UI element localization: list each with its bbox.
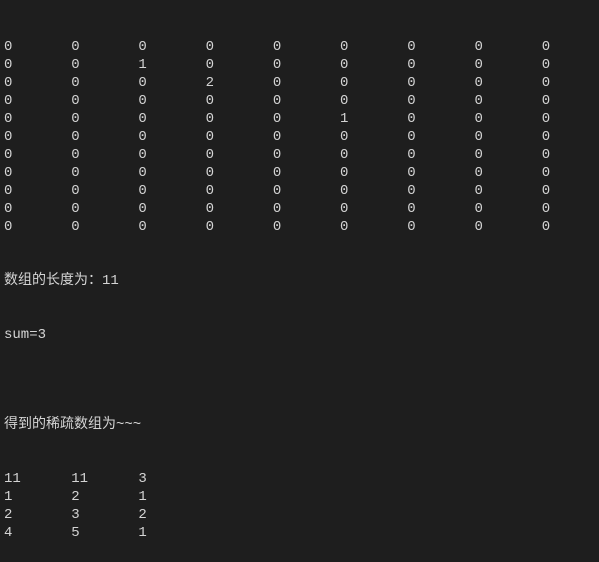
matrix-row: 0 0 0 0 0 0 0 0 0 0 0: [4, 38, 595, 56]
matrix-row: 0 0 0 0 0 0 0 0 0 0 0: [4, 92, 595, 110]
matrix-row: 0 0 0 0 0 0 0 0 0 0 0: [4, 200, 595, 218]
matrix-row: 0 0 0 0 0 0 0 0 0 0 0: [4, 164, 595, 182]
matrix-row: 0 0 0 2 0 0 0 0 0 0 0: [4, 74, 595, 92]
matrix-row: 2 3 2: [4, 506, 595, 524]
terminal-output: 0 0 0 0 0 0 0 0 0 0 00 0 1 0 0 0 0 0 0 0…: [0, 0, 599, 562]
sparse-array: 11 11 31 2 12 3 24 5 1: [4, 470, 595, 542]
matrix-row: 1 2 1: [4, 488, 595, 506]
matrix-row: 0 0 0 0 0 1 0 0 0 0 0: [4, 110, 595, 128]
matrix-row: 0 0 0 0 0 0 0 0 0 0 0: [4, 146, 595, 164]
matrix-row: 0 0 0 0 0 0 0 0 0 0 0: [4, 182, 595, 200]
matrix-row: 0 0 0 0 0 0 0 0 0 0 0: [4, 218, 595, 236]
matrix-row: 0 0 1 0 0 0 0 0 0 0 0: [4, 56, 595, 74]
matrix-row: 11 11 3: [4, 470, 595, 488]
sparse-header: 得到的稀疏数组为~~~: [4, 416, 595, 434]
matrix-row: 0 0 0 0 0 0 0 0 0 0 0: [4, 128, 595, 146]
array-length-line: 数组的长度为：11: [4, 272, 595, 290]
matrix-row: 4 5 1: [4, 524, 595, 542]
sum-line: sum=3: [4, 326, 595, 344]
first-matrix: 0 0 0 0 0 0 0 0 0 0 00 0 1 0 0 0 0 0 0 0…: [4, 38, 595, 236]
